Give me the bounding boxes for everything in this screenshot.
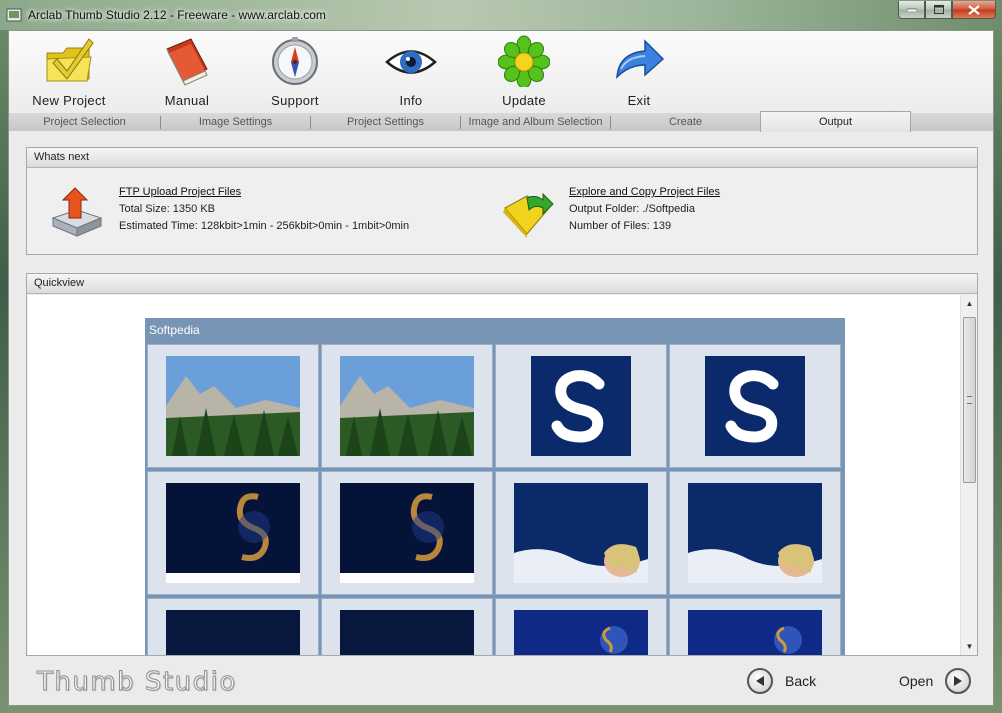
mountain-forest-thumbnail	[166, 356, 300, 456]
window-controls	[898, 1, 996, 19]
portrait-thumbnail	[514, 483, 648, 583]
back-label: Back	[785, 673, 817, 689]
toolbar-label: Manual	[164, 93, 210, 108]
toolbar-label: Support	[271, 93, 319, 108]
thumbnail-cell[interactable]	[147, 598, 319, 655]
support-button[interactable]: Support	[245, 35, 345, 109]
thumbnail-cell[interactable]	[147, 471, 319, 595]
s-swirl-thumbnail	[340, 483, 474, 583]
scrollbar-thumb[interactable]	[963, 317, 976, 483]
ftp-upload-details: FTP Upload Project Files Total Size: 135…	[119, 184, 409, 240]
new-project-button[interactable]: New Project	[19, 35, 119, 109]
s-logo-thumbnail	[705, 356, 805, 456]
thumbnail-cell[interactable]	[495, 471, 667, 595]
gallery-title: Softpedia	[149, 323, 200, 337]
whats-next-panel: Whats next FTP Upload Project Files Tota…	[26, 147, 978, 255]
thumbnail-cell[interactable]	[495, 598, 667, 655]
minimize-button[interactable]	[898, 1, 925, 19]
tab-image-settings[interactable]: Image Settings	[161, 113, 310, 131]
scrollbar-grip-icon	[967, 396, 972, 404]
thumbnail-cell[interactable]	[669, 344, 841, 468]
back-arrow-icon	[747, 668, 773, 694]
ftp-upload-icon	[51, 187, 103, 237]
thumbnail-cell[interactable]	[321, 471, 493, 595]
output-folder-text: Output Folder: ./Softpedia	[569, 203, 695, 215]
toolbar: New Project Manual Support Info Update E…	[9, 31, 993, 113]
exit-icon	[616, 39, 665, 79]
minimize-icon	[906, 8, 917, 12]
thumbnail-cell[interactable]	[495, 344, 667, 468]
back-button[interactable]: Back	[747, 668, 816, 694]
close-icon	[968, 4, 980, 15]
info-button[interactable]: Info	[361, 35, 461, 109]
s-globe-thumbnail	[688, 610, 822, 655]
open-label: Open	[899, 673, 934, 689]
app-icon	[6, 8, 22, 22]
brand-logo-text: Thumb Studio	[37, 667, 237, 698]
explore-copy-details: Explore and Copy Project Files Output Fo…	[569, 184, 720, 240]
footer: Thumb Studio Back Open	[9, 657, 993, 705]
panel-heading: Whats next	[27, 148, 977, 168]
thumbnail-cell[interactable]	[147, 344, 319, 468]
scroll-down-arrow-icon[interactable]: ▼	[961, 638, 978, 655]
tab-project-settings[interactable]: Project Settings	[311, 113, 460, 131]
dark-banner-thumbnail	[166, 610, 300, 655]
number-of-files-text: Number of Files: 139	[569, 220, 672, 232]
main-window: New Project Manual Support Info Update E…	[8, 30, 994, 706]
tab-output[interactable]: Output	[760, 111, 911, 132]
ftp-upload-item: FTP Upload Project Files Total Size: 135…	[47, 184, 409, 240]
quickview-preview: Softpedia	[28, 295, 960, 655]
quickview-panel: Quickview Softpedia ▲ ▼	[26, 273, 978, 656]
explore-copy-link[interactable]: Explore and Copy Project Files	[569, 184, 720, 201]
window-title: Arclab Thumb Studio 2.12 - Freeware - ww…	[28, 8, 326, 22]
manual-icon	[166, 38, 208, 86]
toolbar-label: Exit	[627, 93, 651, 108]
panel-heading: Quickview	[27, 274, 977, 294]
update-icon	[498, 35, 550, 87]
thumbnail-cell[interactable]	[669, 471, 841, 595]
tab-create[interactable]: Create	[611, 113, 760, 131]
explore-copy-item: Explore and Copy Project Files Output Fo…	[497, 184, 720, 240]
update-button[interactable]: Update	[474, 35, 574, 109]
title-bar: Arclab Thumb Studio 2.12 - Freeware - ww…	[0, 0, 1002, 30]
s-swirl-thumbnail	[166, 483, 300, 583]
estimated-time-text: Estimated Time: 128kbit>1min - 256kbit>0…	[119, 220, 410, 232]
open-button[interactable]: Open	[899, 668, 972, 694]
support-icon	[272, 37, 318, 85]
info-icon	[385, 50, 437, 74]
close-button[interactable]	[952, 1, 996, 19]
gallery-preview: Softpedia	[145, 318, 845, 655]
manual-button[interactable]: Manual	[137, 35, 237, 109]
thumbnail-cell[interactable]	[669, 598, 841, 655]
total-size-text: Total Size: 1350 KB	[119, 203, 216, 215]
tab-image-and-album-selection[interactable]: Image and Album Selection	[461, 113, 610, 131]
s-globe-thumbnail	[514, 610, 648, 655]
exit-button[interactable]: Exit	[589, 35, 689, 109]
scroll-up-arrow-icon[interactable]: ▲	[961, 295, 978, 312]
explore-folder-icon	[503, 192, 554, 238]
ftp-upload-link[interactable]: FTP Upload Project Files	[119, 184, 409, 201]
dark-banner-thumbnail	[340, 610, 474, 655]
thumbnail-cell[interactable]	[321, 598, 493, 655]
step-tabs: Project Selection Image Settings Project…	[9, 111, 993, 132]
toolbar-label: New Project	[32, 93, 106, 108]
portrait-thumbnail	[688, 483, 822, 583]
toolbar-label: Info	[399, 93, 423, 108]
thumbnail-grid	[147, 344, 843, 655]
toolbar-label: Update	[502, 93, 546, 108]
maximize-icon	[933, 5, 944, 14]
maximize-button[interactable]	[925, 1, 952, 19]
s-logo-thumbnail	[531, 356, 631, 456]
thumbnail-cell[interactable]	[321, 344, 493, 468]
new-project-icon	[46, 38, 94, 82]
open-arrow-icon	[945, 668, 972, 694]
tab-project-selection[interactable]: Project Selection	[9, 113, 160, 131]
mountain-forest-thumbnail	[340, 356, 474, 456]
vertical-scrollbar[interactable]: ▲ ▼	[960, 295, 977, 655]
